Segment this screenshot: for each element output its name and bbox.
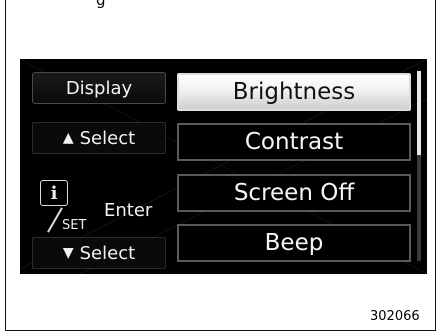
header-partial-text: g [96,0,106,9]
menu-scrollbar[interactable] [417,71,421,261]
down-triangle-icon: ▼ [62,245,74,261]
select-down-button[interactable]: ▼ Select [32,237,166,269]
enter-button[interactable]: i SET Enter [32,176,166,236]
menu-item-screen-off[interactable]: Screen Off [177,174,411,212]
select-down-label: Select [79,242,136,264]
menu-item-beep[interactable]: Beep [177,224,411,262]
figure-number: 302066 [370,309,420,324]
set-label: SET [62,218,87,233]
display-mode-label: Display [32,72,166,104]
enter-label: Enter [104,200,153,221]
scroll-thumb[interactable] [417,71,421,155]
select-up-label: Select [79,127,136,149]
display-screen: Display ▲ Select i SET Enter ▼ Select Br… [20,59,427,274]
info-icon: i [40,180,68,206]
slash-divider [47,207,63,233]
select-up-button[interactable]: ▲ Select [32,122,166,154]
menu-item-brightness[interactable]: Brightness [177,73,411,111]
menu-item-contrast[interactable]: Contrast [177,123,411,161]
up-triangle-icon: ▲ [62,130,74,146]
